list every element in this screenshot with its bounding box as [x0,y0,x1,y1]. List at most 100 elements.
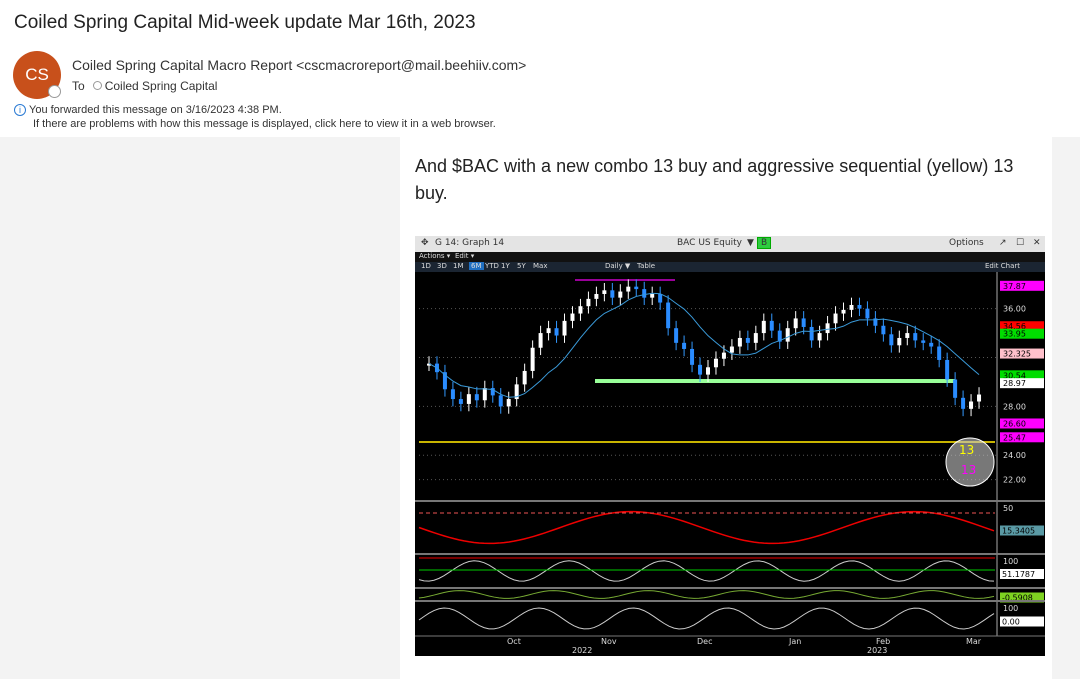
price-tag-label: 32.325 [1003,350,1031,359]
price-tick: 36.00 [1003,305,1026,314]
month-label: Jan [788,637,801,646]
sequential-13-label: 13 [959,443,974,457]
candle [937,346,942,360]
price-tag-label: 37.87 [1003,282,1026,291]
candle [865,308,870,319]
candle [458,399,463,404]
candle [658,293,663,303]
candle [953,379,958,398]
candle [634,286,639,290]
indicator-line [418,590,995,599]
candle [945,359,950,380]
candle [857,304,862,309]
price-tag-label: 26.60 [1003,419,1026,428]
candle [841,309,846,314]
price-tick: 28.00 [1003,402,1026,411]
candle [602,290,607,294]
candle [969,401,974,409]
candle [889,334,894,346]
candle [650,293,655,298]
candle [474,394,479,401]
candle [817,333,822,341]
combo-13-label: 13 [961,463,976,477]
indicator-tag-label: 0.00 [1002,618,1020,627]
candle [913,333,918,341]
chart-plot: 36.0028.0024.0022.0037.8734.5633.9532.32… [415,272,1045,655]
indicator-line [418,560,995,582]
forwarded-notice: You forwarded this message on 3/16/2023 … [29,104,282,116]
candle [849,304,854,310]
candle [713,358,718,368]
year-label: 2022 [572,646,592,655]
bac-chart-image: ✥ G 14: Graph 14 BAC US Equity ▼ B Optio… [415,236,1045,656]
candle [698,364,703,375]
candle [825,323,830,334]
indicator-tag-label: 51.1787 [1002,570,1035,579]
candle [961,397,966,409]
candle [450,389,455,400]
view-in-browser-link[interactable]: If there are problems with how this mess… [14,117,496,131]
indicator-tick: 50 [1003,504,1013,513]
candle [586,298,591,307]
candle [618,291,623,298]
candle [626,286,631,292]
price-tag-label: 28.97 [1003,379,1026,388]
presence-icon [92,81,102,90]
month-label: Feb [876,637,890,646]
price-tick: 22.00 [1003,476,1026,485]
candle [690,348,695,365]
candle [737,337,742,347]
recipients: To Coiled Spring Capital [72,79,217,93]
candle [546,328,551,334]
candle [506,399,511,407]
candle [674,328,679,343]
candle [801,318,806,327]
info-icon: i [14,104,26,116]
candle [594,293,599,299]
candle [745,337,750,343]
info-bar: i You forwarded this message on 3/16/2023… [14,103,496,131]
candle [706,367,710,375]
indicator-tag-label: 15.3405 [1002,527,1035,536]
recipient[interactable]: Coiled Spring Capital [105,79,218,93]
candle [881,325,886,335]
body-text: And $BAC with a new combo 13 buy and agg… [415,156,1014,203]
candle [482,388,487,401]
candle [729,346,734,353]
year-label: 2023 [867,646,887,655]
candle [977,394,982,402]
to-label: To [72,79,85,93]
indicator-tick: 100 [1003,604,1018,613]
candle [578,306,583,314]
candle [610,290,615,298]
candle [793,318,798,329]
candle [530,347,535,371]
candle [833,313,838,324]
candle [554,328,559,336]
candle [761,320,766,334]
candle [642,289,647,298]
candle [538,333,543,348]
month-label: Dec [697,637,712,646]
month-label: Oct [507,637,521,646]
candle [682,342,687,349]
month-label: Nov [601,637,617,646]
indicator-line [418,510,995,545]
candle [498,395,503,407]
candle [785,328,790,342]
candle [570,313,575,321]
month-label: Mar [966,637,982,646]
candle [905,333,910,338]
candle [466,394,471,404]
candle [921,340,926,343]
presence-icon [48,85,61,98]
sender[interactable]: Coiled Spring Capital Macro Report <cscm… [72,57,526,73]
indicator-tick: 100 [1003,557,1018,566]
candle [929,342,934,347]
candle [809,326,814,341]
email-subject: Coiled Spring Capital Mid-week update Ma… [14,12,476,33]
candle [666,302,671,329]
candle [721,352,726,359]
price-tag-label: 33.95 [1003,330,1026,339]
candle [897,337,902,346]
